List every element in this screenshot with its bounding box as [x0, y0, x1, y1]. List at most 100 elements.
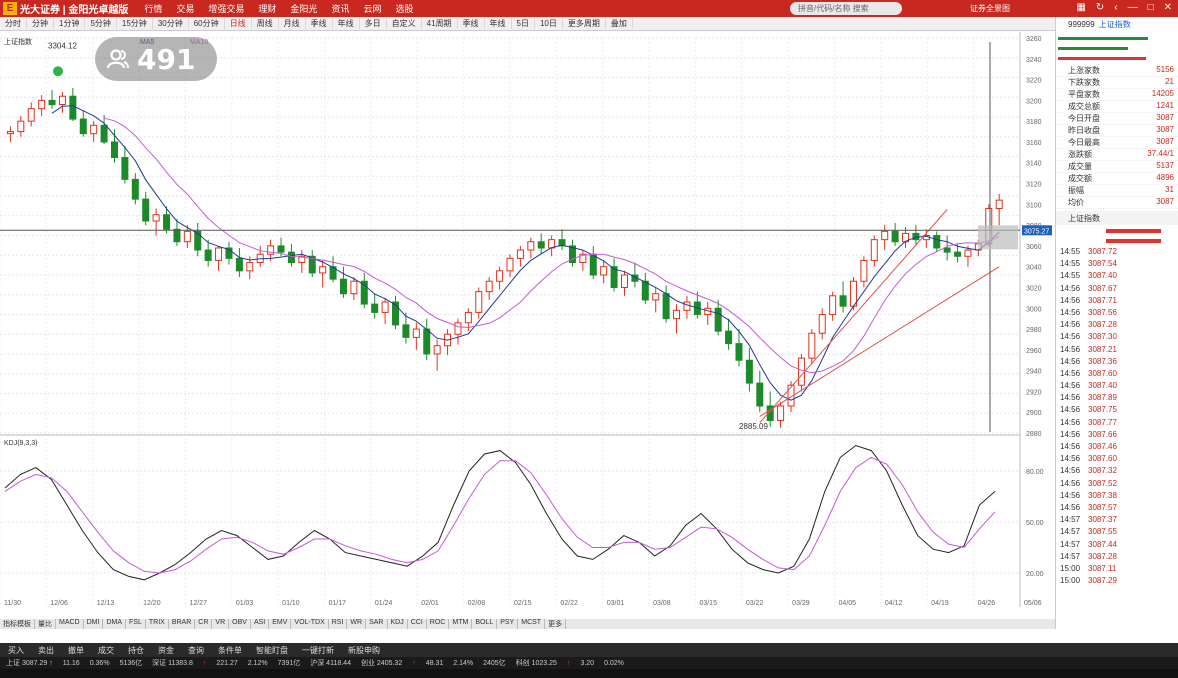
close-icon[interactable]: ✕	[1164, 2, 1172, 13]
period-tab[interactable]: 5分钟	[85, 18, 117, 29]
candle-body	[933, 235, 941, 249]
trade-tool-button[interactable]: 新股申购	[348, 645, 380, 656]
status-item: 11.16	[62, 659, 80, 667]
period-tab[interactable]: 季线	[458, 18, 485, 29]
tick-row: 14:56 3087.75	[1056, 405, 1178, 417]
period-tab[interactable]: 年线	[333, 18, 360, 29]
indicator-tab[interactable]: VR	[212, 619, 230, 629]
trade-tool-button[interactable]: 卖出	[38, 645, 54, 656]
period-tab[interactable]: 周线	[252, 18, 279, 29]
indicator-tab[interactable]: CCI	[408, 619, 427, 629]
indicator-tab[interactable]: CR	[195, 619, 213, 629]
period-tab[interactable]: 分时	[0, 18, 27, 29]
refresh-icon[interactable]: ↻	[1096, 2, 1104, 13]
period-tab[interactable]: 叠加	[606, 18, 633, 29]
period-tab[interactable]: 月线	[279, 18, 306, 29]
menu-item-cloud[interactable]: 云网	[363, 2, 381, 15]
menu-item-finance[interactable]: 理财	[258, 2, 276, 15]
indicator-tab[interactable]: MTM	[449, 619, 473, 629]
trade-tool-button[interactable]: 一键打新	[302, 645, 334, 656]
candle-body	[881, 230, 889, 241]
period-tab[interactable]: 5日	[512, 18, 535, 29]
period-tab[interactable]: 41周期	[422, 18, 458, 29]
indicator-tab[interactable]: 更多	[545, 619, 567, 629]
indicator-tab[interactable]: ASI	[251, 619, 270, 629]
period-tab[interactable]: 日线	[225, 18, 252, 29]
indicator-tab[interactable]: BOLL	[472, 619, 498, 629]
indicator-tab[interactable]: MCST	[518, 619, 546, 629]
indicator-tab[interactable]: WR	[347, 619, 367, 629]
status-item: 5136亿	[119, 660, 143, 667]
tick-row: 14:56 3087.60	[1056, 454, 1178, 466]
indicator-tab[interactable]: DMA	[103, 619, 127, 629]
indicator-tab[interactable]: PSY	[497, 619, 519, 629]
period-toolbar: 分时 分钟 1分钟 5分钟 15分钟 30分钟 60分钟 日线 周线 月线 季线 年线 多日 自定义 41周…	[0, 17, 1055, 31]
indicator-tab[interactable]: ROC	[427, 619, 450, 629]
period-tab[interactable]: 60分钟	[189, 18, 225, 29]
candle-body	[506, 257, 514, 272]
indicator-tab[interactable]: KDJ	[388, 619, 408, 629]
period-tab[interactable]: 30分钟	[153, 18, 189, 29]
candle-body	[69, 95, 77, 120]
indicator-tab[interactable]: BRAR	[169, 619, 196, 629]
trade-tool-button[interactable]: 资金	[158, 645, 174, 656]
menu-item-quotes[interactable]: 行情	[144, 2, 162, 15]
trade-tool-button[interactable]: 智能盯盘	[256, 645, 288, 656]
tick-time: 14:56	[1060, 295, 1081, 305]
indicator-tab[interactable]: RSI	[329, 619, 348, 629]
period-tab[interactable]: 10日	[535, 18, 563, 29]
y-tick-label: 3040	[1026, 265, 1042, 272]
x-tick-label: 12/13	[97, 600, 115, 607]
minimize-icon[interactable]: —	[1128, 2, 1138, 13]
indicator-tab[interactable]: EMV	[269, 619, 292, 629]
indicator-tab[interactable]: SAR	[366, 619, 388, 629]
menu-item-enhanced-trade[interactable]: 增强交易	[208, 2, 244, 15]
x-tick-label: 02/08	[468, 600, 486, 607]
candle-body	[58, 95, 66, 106]
indicator-tab[interactable]: DMI	[84, 619, 104, 629]
period-tab[interactable]: 多日	[360, 18, 387, 29]
indicator-tab[interactable]: MACD	[56, 619, 84, 629]
candle-body	[277, 245, 285, 253]
tick-price: 3087.40	[1088, 381, 1117, 391]
trade-tool-button[interactable]: 查询	[188, 645, 204, 656]
back-icon[interactable]: ‹	[1114, 2, 1117, 13]
menu-item-news[interactable]: 资讯	[331, 2, 349, 15]
menu-item-trade[interactable]: 交易	[176, 2, 194, 15]
indicator-tab[interactable]: 指标模板	[0, 619, 35, 629]
tick-row: 14:56 3087.66	[1056, 430, 1178, 442]
candle-body	[683, 301, 691, 311]
period-tab[interactable]: 自定义	[387, 18, 422, 29]
indicator-tab[interactable]: OBV	[229, 619, 251, 629]
period-tab[interactable]: 15分钟	[117, 18, 153, 29]
trade-tool-button[interactable]: 买入	[8, 645, 24, 656]
candle-body	[496, 270, 504, 282]
indicator-tab[interactable]: FSL	[126, 619, 146, 629]
period-tab[interactable]: 更多周期	[563, 18, 606, 29]
x-tick-label: 11/30	[4, 600, 21, 607]
quote-stat-row: 成交总额 1241	[1056, 101, 1178, 113]
status-item: 221.27	[216, 659, 238, 667]
period-tab[interactable]: 年线	[485, 18, 512, 29]
menu-item-jinyangguang[interactable]: 金阳光	[290, 2, 317, 15]
trade-tool-button[interactable]: 持仓	[128, 645, 144, 656]
tick-row: 14:57 3087.44	[1056, 540, 1178, 552]
grid-icon[interactable]: ▦	[1076, 2, 1085, 13]
kline-chart[interactable]: 3260324032203200318031603140312031003080…	[0, 32, 1055, 607]
panorama-link[interactable]: 证券全景图	[970, 3, 1010, 14]
quote-stat-label: 上涨家数	[1068, 66, 1100, 75]
indicator-tab[interactable]: VOL-TDX	[291, 619, 329, 629]
trade-tool-button[interactable]: 成交	[98, 645, 114, 656]
tick-price: 3087.29	[1088, 576, 1117, 586]
indicator-tab[interactable]: TRIX	[146, 619, 169, 629]
chart-title: 上证指数	[4, 37, 32, 46]
period-tab[interactable]: 季线	[306, 18, 333, 29]
trade-tool-button[interactable]: 条件单	[218, 645, 242, 656]
search-input[interactable]: 拼音/代码/名称 搜索	[790, 2, 902, 15]
maximize-icon[interactable]: □	[1148, 2, 1154, 13]
trade-tool-button[interactable]: 撤单	[68, 645, 84, 656]
period-tab[interactable]: 1分钟	[54, 18, 86, 29]
indicator-tab[interactable]: 量比	[35, 619, 56, 629]
period-tab[interactable]: 分钟	[27, 18, 54, 29]
menu-item-stock-picker[interactable]: 选股	[395, 2, 413, 15]
